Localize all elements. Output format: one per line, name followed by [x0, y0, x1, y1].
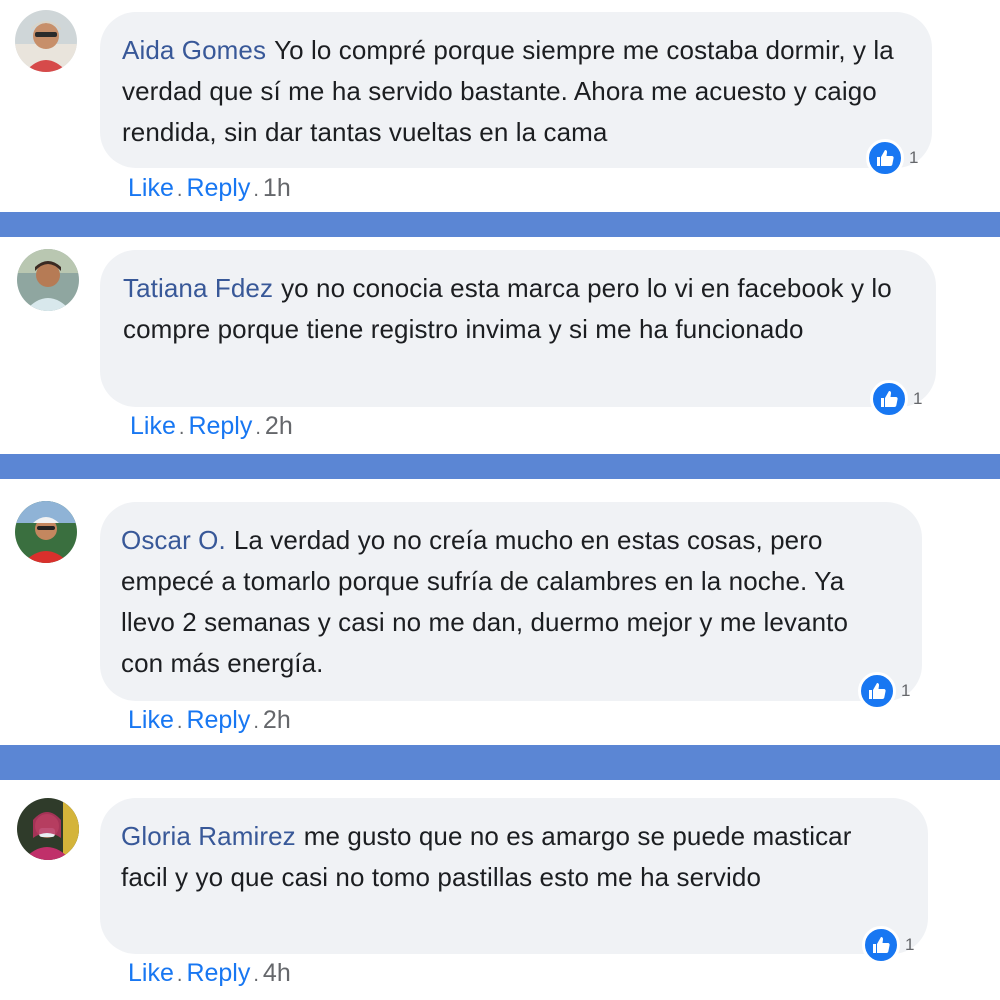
thumbs-up-icon — [866, 139, 904, 177]
separator-dot: . — [253, 711, 259, 733]
separator-dot: . — [176, 964, 183, 986]
comment-item: Aida Gomes Yo lo compré porque siempre me… — [0, 0, 1000, 212]
comment-item: Gloria Ramirez me gusto que no es amargo … — [0, 780, 1000, 1000]
comment-author[interactable]: Aida Gomes — [122, 35, 266, 65]
reply-link[interactable]: Reply — [188, 412, 252, 440]
comment-timestamp[interactable]: 4h — [263, 959, 291, 987]
comment-author[interactable]: Tatiana Fdez — [123, 273, 273, 303]
section-divider — [0, 454, 1000, 479]
comment-author[interactable]: Gloria Ramirez — [121, 821, 296, 851]
like-link[interactable]: Like — [130, 412, 176, 440]
reply-link[interactable]: Reply — [186, 706, 250, 734]
comment-thread: Aida Gomes Yo lo compré porque siempre me… — [0, 0, 1000, 1000]
reaction-summary[interactable]: 1 — [858, 671, 910, 711]
avatar[interactable] — [17, 798, 79, 860]
comment-item: Tatiana Fdez yo no conocia esta marca per… — [0, 237, 1000, 454]
reaction-summary[interactable]: 1 — [862, 925, 914, 965]
comment-actions: Like. Reply. 2h — [128, 705, 291, 737]
comment-actions: Like. Reply. 2h — [130, 411, 293, 443]
avatar[interactable] — [17, 249, 79, 311]
comment-timestamp[interactable]: 1h — [263, 174, 291, 202]
thumbs-up-icon — [870, 380, 908, 418]
like-link[interactable]: Like — [128, 706, 174, 734]
comment-item: Oscar O. La verdad yo no creía mucho en e… — [0, 479, 1000, 745]
avatar[interactable] — [15, 501, 77, 563]
comment-timestamp[interactable]: 2h — [265, 412, 293, 440]
comment-bubble: Aida Gomes Yo lo compré porque siempre me… — [100, 12, 932, 168]
separator-dot: . — [253, 964, 259, 986]
section-divider — [0, 745, 1000, 780]
thumbs-up-icon — [862, 926, 900, 964]
thumbs-up-icon — [858, 672, 896, 710]
reaction-count: 1 — [913, 389, 923, 408]
separator-dot: . — [253, 179, 259, 201]
reply-link[interactable]: Reply — [186, 959, 250, 987]
reaction-summary[interactable]: 1 — [866, 138, 918, 178]
separator-dot: . — [255, 417, 261, 439]
reaction-summary[interactable]: 1 — [870, 379, 922, 419]
separator-dot: . — [176, 711, 183, 733]
comment-bubble: Oscar O. La verdad yo no creía mucho en e… — [100, 502, 922, 701]
reaction-count: 1 — [909, 148, 919, 167]
separator-dot: . — [176, 179, 183, 201]
reaction-count: 1 — [905, 935, 915, 954]
reply-link[interactable]: Reply — [186, 174, 250, 202]
like-link[interactable]: Like — [128, 959, 174, 987]
comment-text: La verdad yo no creía mucho en estas cos… — [121, 525, 849, 678]
reaction-count: 1 — [901, 681, 911, 700]
comment-bubble: Gloria Ramirez me gusto que no es amargo … — [100, 798, 928, 954]
section-divider — [0, 212, 1000, 237]
like-link[interactable]: Like — [128, 174, 174, 202]
comment-actions: Like. Reply. 1h — [128, 173, 291, 205]
comment-actions: Like. Reply. 4h — [128, 958, 291, 990]
comment-bubble: Tatiana Fdez yo no conocia esta marca per… — [100, 250, 936, 407]
separator-dot: . — [178, 417, 185, 439]
avatar[interactable] — [15, 10, 77, 72]
comment-author[interactable]: Oscar O. — [121, 525, 226, 555]
comment-timestamp[interactable]: 2h — [263, 706, 291, 734]
